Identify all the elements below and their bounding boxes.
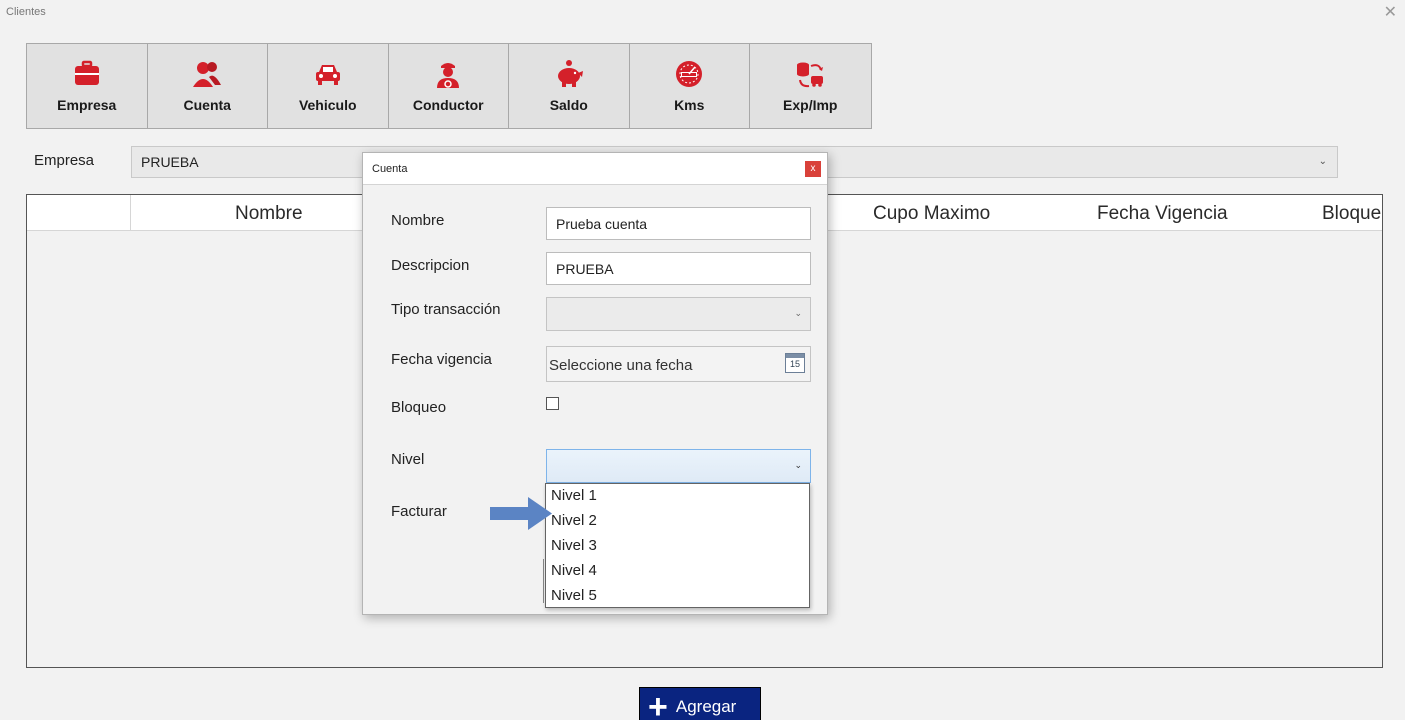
empresa-label: Empresa xyxy=(34,152,95,169)
column-header-cupo-maximo[interactable]: Cupo Maximo xyxy=(873,203,990,225)
chevron-down-icon: ⌄ xyxy=(1318,156,1327,167)
toolbar-exp-imp-button[interactable]: Exp/Imp xyxy=(750,44,871,128)
agregar-label: Agregar xyxy=(675,697,737,716)
toolbar-saldo-button[interactable]: Saldo xyxy=(509,44,630,128)
toolbar-conductor-button[interactable]: Conductor xyxy=(388,44,509,128)
bloqueo-label: Bloqueo xyxy=(391,399,447,416)
dialog-title: Cuenta xyxy=(372,163,408,175)
annotation-arrow-icon xyxy=(490,497,552,530)
nivel-option[interactable]: Nivel 4 xyxy=(546,559,809,584)
tipo-transaccion-select[interactable]: ⌄ xyxy=(546,297,811,331)
calendar-icon[interactable]: 15 xyxy=(785,353,805,373)
toolbar-empresa-button[interactable]: Empresa xyxy=(27,44,148,128)
piggy-bank-icon xyxy=(557,60,583,87)
toolbar-label: Conductor xyxy=(412,97,484,113)
toolbar-label: Saldo xyxy=(549,97,588,113)
dialog-close-button[interactable]: x xyxy=(805,161,821,177)
driver-icon xyxy=(437,63,460,88)
chevron-down-icon: ⌄ xyxy=(794,460,802,470)
column-header-fecha-vigencia[interactable]: Fecha Vigencia xyxy=(1097,203,1228,225)
toolbar-label: Cuenta xyxy=(183,97,231,113)
users-icon xyxy=(193,62,222,87)
column-header-nombre[interactable]: Nombre xyxy=(235,203,303,225)
nivel-option[interactable]: Nivel 1 xyxy=(546,484,809,509)
fecha-vigencia-picker[interactable]: Seleccione una fecha 15 xyxy=(546,346,811,382)
window-close-icon[interactable]: ✕ xyxy=(1384,2,1397,22)
empresa-selected-value: PRUEBA xyxy=(141,154,199,170)
toolbar-cuenta-button[interactable]: Cuenta xyxy=(147,44,268,128)
nivel-option[interactable]: Nivel 2 xyxy=(546,509,809,534)
chevron-down-icon: ⌄ xyxy=(794,308,802,318)
toolbar-vehiculo-button[interactable]: Vehiculo xyxy=(268,44,389,128)
nivel-label: Nivel xyxy=(391,451,425,468)
toolbar-label: Empresa xyxy=(57,97,117,113)
toolbar: Empresa Cuenta Vehiculo Conductor Saldo … xyxy=(26,43,872,129)
tipo-transaccion-label: Tipo transacción xyxy=(391,301,501,318)
toolbar-kms-button[interactable]: Kms xyxy=(629,44,750,128)
window-title: Clientes xyxy=(6,6,46,18)
toolbar-label: Exp/Imp xyxy=(783,97,838,113)
bloqueo-checkbox[interactable] xyxy=(546,397,559,410)
car-icon xyxy=(315,65,340,85)
descripcion-label: Descripcion xyxy=(391,257,470,274)
agregar-button[interactable]: + Agregar xyxy=(639,687,761,720)
fecha-vigencia-label: Fecha vigencia xyxy=(391,351,492,368)
export-import-icon xyxy=(797,62,824,88)
fecha-placeholder: Seleccione una fecha xyxy=(549,357,693,374)
calendar-day: 15 xyxy=(789,359,800,369)
odometer-icon xyxy=(676,61,703,87)
column-divider xyxy=(130,195,131,231)
toolbar-label: Kms xyxy=(674,97,705,113)
nivel-option[interactable]: Nivel 5 xyxy=(546,584,809,609)
descripcion-input[interactable]: PRUEBA xyxy=(546,252,811,285)
nivel-option[interactable]: Nivel 3 xyxy=(546,534,809,559)
toolbar-label: Vehiculo xyxy=(298,97,357,113)
dialog-title-bar: Cuenta x xyxy=(363,153,827,185)
nombre-label: Nombre xyxy=(391,212,445,229)
plus-icon: + xyxy=(648,688,668,720)
nivel-select[interactable]: ⌄ xyxy=(546,449,811,483)
facturar-label: Facturar xyxy=(391,503,447,520)
briefcase-icon xyxy=(74,60,99,85)
nivel-dropdown-list: Nivel 1 Nivel 2 Nivel 3 Nivel 4 Nivel 5 xyxy=(545,483,810,608)
nombre-input[interactable]: Prueba cuenta xyxy=(546,207,811,240)
column-header-bloqueo[interactable]: Bloque xyxy=(1322,203,1381,225)
